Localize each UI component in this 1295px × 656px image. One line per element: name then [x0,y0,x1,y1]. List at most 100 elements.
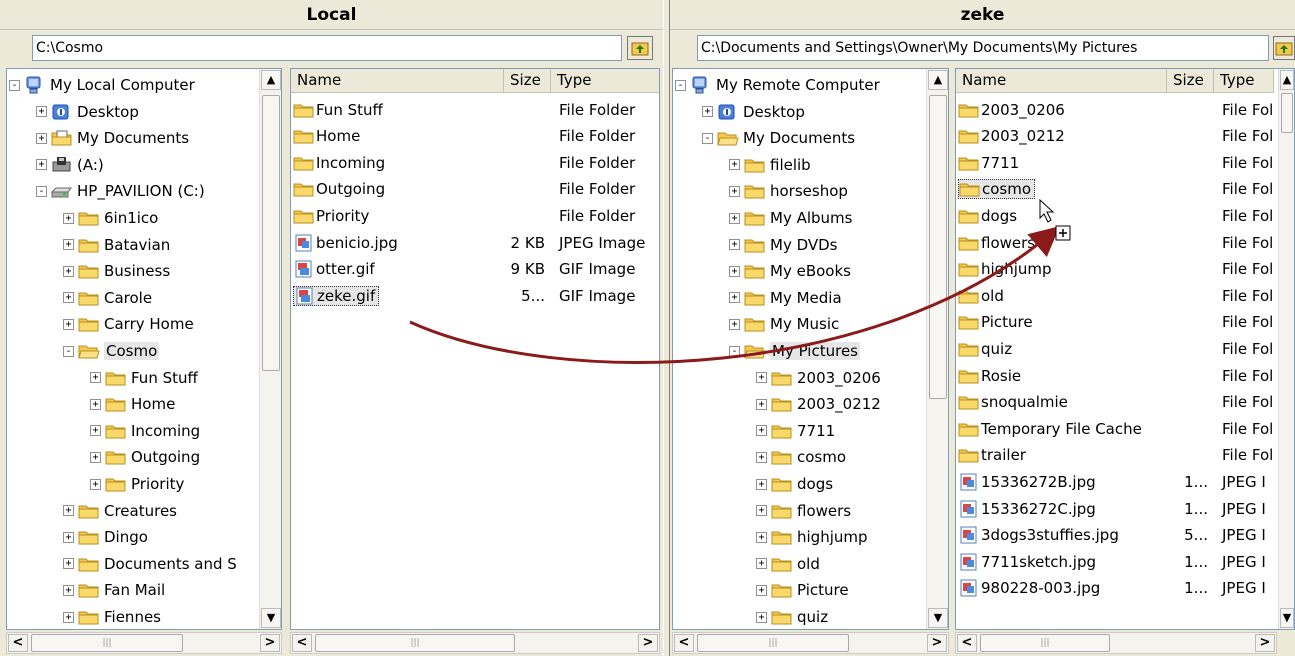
expand-toggle-icon[interactable]: + [729,292,740,304]
scroll-right-arrow-icon[interactable]: > [638,634,658,652]
file-row[interactable]: highjump File Fol [956,256,1274,283]
tree-item-my-music[interactable]: + My Music [729,311,839,337]
file-row[interactable]: dogs File Fol [956,202,1274,229]
expand-toggle-icon[interactable]: + [729,212,740,224]
tree-item-my-documents[interactable]: + My Documents [36,125,189,151]
file-row[interactable]: 980228-003.jpg 1... JPEG I [956,575,1274,602]
tree-item-my-local-computer[interactable]: - My Local Computer [9,72,195,98]
expand-toggle-icon[interactable]: + [756,478,767,490]
expand-toggle-icon[interactable]: + [63,584,74,596]
expand-toggle-icon[interactable]: + [63,505,74,517]
tree-item-fiennes[interactable]: + Fiennes [63,604,161,629]
tree-item-outgoing[interactable]: + Outgoing [90,444,200,470]
remote-tree-hscrollbar[interactable]: < ||| > [672,632,949,654]
scroll-up-arrow-icon[interactable]: ▲ [928,70,948,90]
expand-toggle-icon[interactable]: + [90,478,101,490]
expand-toggle-icon[interactable]: + [90,398,101,410]
tree-item-filelib[interactable]: + filelib [729,152,811,178]
tree-item-documents-and-s[interactable]: + Documents and S [63,551,237,577]
expand-toggle-icon[interactable]: + [63,239,74,251]
tree-item-carole[interactable]: + Carole [63,285,152,311]
expand-toggle-icon[interactable]: + [729,239,740,251]
expand-toggle-icon[interactable]: + [36,106,47,118]
local-list-hscrollbar[interactable]: < ||| > [290,632,660,654]
file-row[interactable]: cosmo File Fol [956,176,1274,203]
tree-item-priority[interactable]: + Priority [90,471,184,497]
column-header-type[interactable]: Type [551,69,659,93]
file-row[interactable]: benicio.jpg 2 KB JPEG Image [291,229,659,256]
tree-item-highjump[interactable]: + highjump [756,524,868,550]
expand-toggle-icon[interactable]: + [702,106,713,118]
column-header-size[interactable]: Size [1167,69,1214,93]
tree-item-desktop[interactable]: + Desktop [36,99,139,125]
remote-tree-vscrollbar[interactable]: ▲ ▼ [926,69,948,629]
tree-item-creatures[interactable]: + Creatures [63,498,177,524]
expand-toggle-icon[interactable]: + [756,531,767,543]
expand-toggle-icon[interactable]: + [63,212,74,224]
scroll-thumb[interactable]: ||| [31,634,183,652]
remote-file-list[interactable]: Name Size Type ▲ ▼ 2003_0206 File Fol 2003… [955,68,1295,630]
expand-toggle-icon[interactable]: + [63,611,74,623]
file-row[interactable]: 7711 File Fol [956,149,1274,176]
tree-item-quiz[interactable]: + quiz [756,604,828,629]
pane-splitter[interactable] [663,0,670,656]
tree-item-dogs[interactable]: + dogs [756,471,833,497]
collapse-toggle-icon[interactable]: - [9,79,20,91]
tree-item-batavian[interactable]: + Batavian [63,232,170,258]
file-row[interactable]: snoqualmie File Fol [956,389,1274,416]
tree-item-incoming[interactable]: + Incoming [90,418,200,444]
tree-item-horseshop[interactable]: + horseshop [729,178,848,204]
scroll-down-arrow-icon[interactable]: ▼ [261,608,281,628]
expand-toggle-icon[interactable]: + [756,398,767,410]
expand-toggle-icon[interactable]: + [63,292,74,304]
file-row[interactable]: 2003_0212 File Fol [956,123,1274,150]
file-row[interactable]: Rosie File Fol [956,362,1274,389]
expand-toggle-icon[interactable]: + [63,318,74,330]
scroll-left-arrow-icon[interactable]: < [674,634,694,652]
expand-toggle-icon[interactable]: + [756,584,767,596]
collapse-toggle-icon[interactable]: - [729,345,740,357]
scroll-thumb[interactable]: ||| [980,634,1110,652]
file-row[interactable]: 3dogs3stuffies.jpg 5... JPEG I [956,522,1274,549]
tree-item-7711[interactable]: +7711 [756,418,835,444]
local-folder-tree[interactable]: ▲ ▼ - My Local Computer + Desktop + My Docume… [6,68,282,630]
expand-toggle-icon[interactable]: + [36,132,47,144]
expand-toggle-icon[interactable]: + [90,372,101,384]
file-row[interactable]: 15336272C.jpg 1... JPEG I [956,495,1274,522]
scroll-down-arrow-icon[interactable]: ▼ [928,608,948,628]
tree-item-fun-stuff[interactable]: + Fun Stuff [90,365,198,391]
file-row[interactable]: Temporary File Cache File Fol [956,415,1274,442]
tree-item-old[interactable]: + old [756,551,820,577]
expand-toggle-icon[interactable]: + [729,265,740,277]
local-tree-vscrollbar[interactable]: ▲ ▼ [259,69,281,629]
expand-toggle-icon[interactable]: + [756,451,767,463]
expand-toggle-icon[interactable]: + [729,318,740,330]
remote-up-folder-button[interactable] [1273,36,1295,60]
column-header-size[interactable]: Size [504,69,551,93]
tree-item-picture[interactable]: + Picture [756,577,849,603]
scroll-right-arrow-icon[interactable]: > [1255,634,1275,652]
tree-item-my-remote-computer[interactable]: - My Remote Computer [675,72,880,98]
tree-item-home[interactable]: + Home [90,391,175,417]
column-header-type[interactable]: Type [1214,69,1274,93]
file-row[interactable]: zeke.gif 5... GIF Image [291,282,659,309]
scroll-thumb[interactable] [1281,93,1293,133]
tree-item-my-documents[interactable]: - My Documents [702,125,855,151]
local-up-folder-button[interactable] [627,36,653,60]
tree-item-flowers[interactable]: + flowers [756,498,851,524]
scroll-thumb[interactable]: ||| [697,634,849,652]
tree-item-carry-home[interactable]: + Carry Home [63,311,194,337]
tree-item-my-albums[interactable]: + My Albums [729,205,852,231]
tree-item-business[interactable]: + Business [63,258,170,284]
file-row[interactable]: 15336272B.jpg 1... JPEG I [956,468,1274,495]
expand-toggle-icon[interactable]: + [756,611,767,623]
scroll-thumb[interactable] [929,95,947,399]
expand-toggle-icon[interactable]: + [36,159,47,171]
scroll-left-arrow-icon[interactable]: < [957,634,977,652]
tree-item-fan-mail[interactable]: + Fan Mail [63,577,165,603]
file-row[interactable]: old File Fol [956,282,1274,309]
file-row[interactable]: quiz File Fol [956,335,1274,362]
tree-item-cosmo[interactable]: - Cosmo [63,338,160,364]
tree-item-hp-pavilion-c[interactable]: - HP_PAVILION (C:) [36,178,205,204]
expand-toggle-icon[interactable]: + [90,425,101,437]
